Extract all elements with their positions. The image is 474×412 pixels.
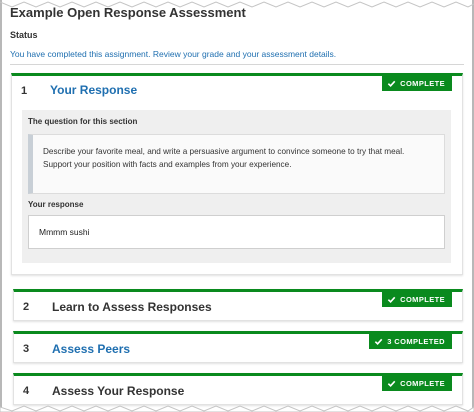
step-header[interactable]: 2 Learn to Assess Responses COMPLETE bbox=[14, 292, 462, 320]
status-badge: COMPLETE bbox=[382, 292, 452, 307]
status-badge: COMPLETE bbox=[382, 76, 452, 91]
response-box: Mmmm sushi bbox=[28, 215, 445, 249]
badge-label: 3 COMPLETED bbox=[387, 337, 445, 346]
badge-label: COMPLETE bbox=[400, 295, 445, 304]
step-title-link[interactable]: Assess Peers bbox=[52, 342, 130, 356]
checkmark-icon bbox=[387, 380, 396, 387]
step-number: 3 bbox=[23, 343, 30, 355]
step-learn-to-assess[interactable]: 2 Learn to Assess Responses COMPLETE bbox=[13, 289, 463, 321]
left-border bbox=[0, 0, 2, 412]
step-header[interactable]: 1 Your Response COMPLETE bbox=[12, 76, 462, 104]
badge-label: COMPLETE bbox=[400, 79, 445, 88]
step-number: 2 bbox=[23, 301, 30, 313]
step-your-response: 1 Your Response COMPLETE The question fo… bbox=[11, 73, 463, 275]
torn-top-edge bbox=[0, 1, 474, 8]
step-number: 4 bbox=[23, 385, 30, 397]
status-badge: 3 COMPLETED bbox=[369, 334, 452, 349]
step-header[interactable]: 4 Assess Your Response COMPLETE bbox=[14, 376, 462, 404]
step-header[interactable]: 3 Assess Peers 3 COMPLETED bbox=[14, 334, 462, 362]
status-message: You have completed this assignment. Revi… bbox=[10, 49, 337, 59]
badge-label: COMPLETE bbox=[400, 379, 445, 388]
status-label: Status bbox=[10, 30, 38, 40]
torn-bottom-edge bbox=[0, 405, 474, 412]
step-title: Learn to Assess Responses bbox=[52, 300, 212, 314]
response-label: Your response bbox=[28, 200, 84, 209]
step-title: Assess Your Response bbox=[52, 384, 185, 398]
checkmark-icon bbox=[375, 338, 383, 345]
step-assess-your-response[interactable]: 4 Assess Your Response COMPLETE bbox=[13, 373, 463, 405]
divider bbox=[10, 64, 464, 65]
checkmark-icon bbox=[387, 80, 396, 87]
step-number: 1 bbox=[21, 85, 28, 97]
response-text: Mmmm sushi bbox=[39, 227, 90, 237]
step-title-link[interactable]: Your Response bbox=[50, 83, 137, 97]
question-text: Describe your favorite meal, and write a… bbox=[43, 147, 405, 169]
step-assess-peers[interactable]: 3 Assess Peers 3 COMPLETED bbox=[13, 331, 463, 363]
question-label: The question for this section bbox=[28, 117, 138, 126]
checkmark-icon bbox=[387, 296, 396, 303]
status-badge: COMPLETE bbox=[382, 376, 452, 391]
question-box: Describe your favorite meal, and write a… bbox=[28, 134, 445, 194]
response-panel: The question for this section Describe y… bbox=[22, 110, 451, 263]
